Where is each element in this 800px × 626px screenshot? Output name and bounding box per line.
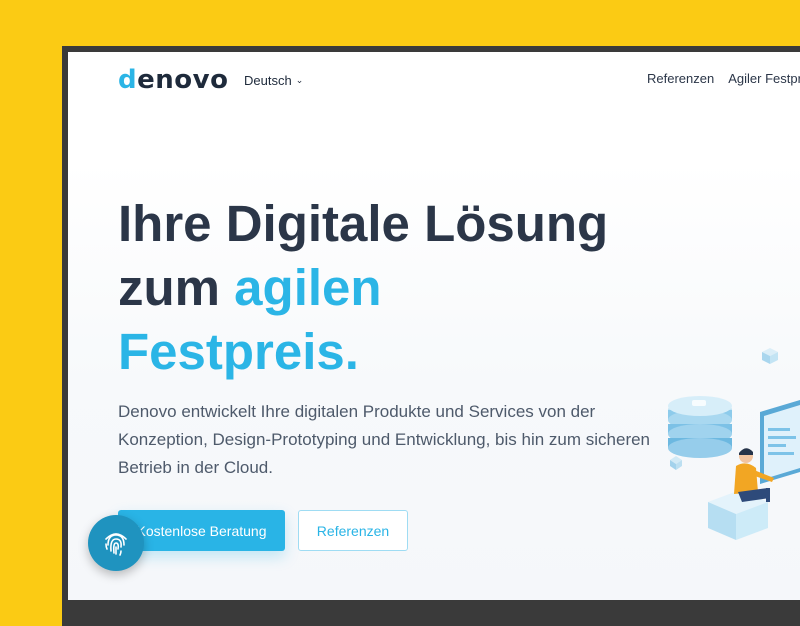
website-page: denovo Deutsch ⌄ Referenzen Agiler Festp… xyxy=(68,52,800,600)
hero-headline: Ihre Digitale Lösung zum agilen Festpreis. xyxy=(118,192,678,384)
nav-links: Referenzen Agiler Festpr xyxy=(647,71,800,86)
headline-accent-agilen: agilen xyxy=(234,259,382,316)
developer-illustration xyxy=(668,348,800,540)
headline-line1: Ihre Digitale Lösung xyxy=(118,195,609,252)
language-selector[interactable]: Deutsch ⌄ xyxy=(244,73,303,88)
monitor-icon xyxy=(760,400,800,484)
top-navigation: denovo Deutsch ⌄ Referenzen Agiler Festp… xyxy=(68,52,800,108)
headline-accent-festpreis: Festpreis. xyxy=(118,323,359,380)
fingerprint-button[interactable] xyxy=(88,515,144,571)
references-button[interactable]: Referenzen xyxy=(298,510,408,551)
floating-cube-icon xyxy=(762,348,778,364)
fingerprint-icon xyxy=(105,533,127,556)
server-stack-icon xyxy=(668,396,732,458)
denovo-logo[interactable]: denovo xyxy=(118,65,229,95)
nav-link-referenzen[interactable]: Referenzen xyxy=(647,71,714,86)
logo-text: denovo xyxy=(118,65,229,95)
language-label: Deutsch xyxy=(244,73,292,88)
nav-link-agiler-festpreis[interactable]: Agiler Festpr xyxy=(728,71,800,86)
headline-line2-start: zum xyxy=(118,259,235,316)
hero-description: Denovo entwickelt Ihre digitalen Produkt… xyxy=(118,402,651,477)
chevron-down-icon: ⌄ xyxy=(295,75,304,85)
